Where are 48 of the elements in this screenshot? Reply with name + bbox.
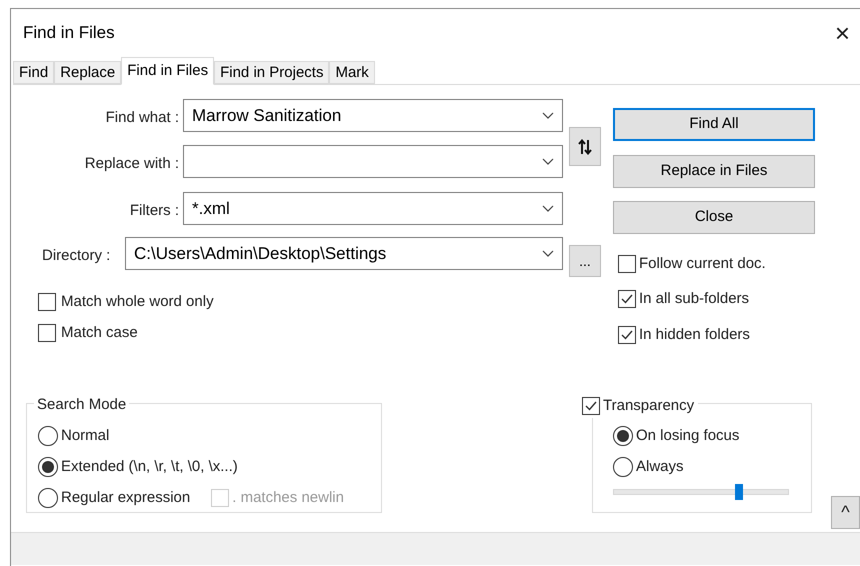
option-label: Follow current doc. xyxy=(639,254,766,274)
swap-arrows-icon xyxy=(578,138,592,154)
tab[interactable]: Find in Projects xyxy=(214,61,330,84)
checkbox[interactable] xyxy=(38,324,56,342)
option-label: Match case xyxy=(61,323,138,343)
tab[interactable]: Find in Files xyxy=(121,57,214,85)
window-title: Find in Files xyxy=(23,22,115,44)
chevron-down-icon[interactable] xyxy=(542,204,554,212)
close-icon[interactable]: × xyxy=(834,20,850,46)
combo-box[interactable]: C:\Users\Admin\Desktop\Settings xyxy=(125,237,563,270)
field-label: Find what : xyxy=(106,108,179,128)
check-icon xyxy=(620,292,634,306)
combo-box[interactable]: *.xml xyxy=(183,192,563,225)
collapse-button[interactable]: ^ xyxy=(831,496,860,529)
option-label: Always xyxy=(636,457,684,477)
dialog-button[interactable]: Close xyxy=(613,201,815,234)
slider-thumb[interactable] xyxy=(734,484,743,500)
option-label: Normal xyxy=(61,426,110,446)
option-label: Match whole word only xyxy=(61,292,214,312)
chevron-down-icon[interactable] xyxy=(542,158,554,166)
chevron-down-icon[interactable] xyxy=(542,112,554,120)
dialog-button[interactable]: Find All xyxy=(613,108,815,141)
option-label: Extended (\n, \r, \t, \0, \x...) xyxy=(61,457,238,477)
dialog-button[interactable]: Replace in Files xyxy=(613,155,815,188)
check-icon xyxy=(584,399,598,414)
field-label: Directory : xyxy=(42,246,110,266)
field-label: Replace with : xyxy=(84,154,179,174)
tab[interactable]: Find xyxy=(13,61,54,84)
checkbox[interactable] xyxy=(618,255,636,274)
option-label: Regular expression xyxy=(61,488,190,508)
combo-box[interactable] xyxy=(183,145,563,178)
option-label: . matches newlin xyxy=(232,488,344,508)
swap-button[interactable] xyxy=(569,127,601,166)
tab[interactable]: Replace xyxy=(54,61,122,84)
checkbox[interactable] xyxy=(618,290,636,308)
check-icon xyxy=(620,328,634,342)
browse-button[interactable]: ... xyxy=(569,245,601,277)
tab[interactable]: Mark xyxy=(329,61,375,84)
checkbox[interactable] xyxy=(582,397,600,416)
checkbox[interactable] xyxy=(618,326,636,344)
combo-box[interactable]: Marrow Sanitization xyxy=(183,99,563,132)
option-label: In all sub-folders xyxy=(639,289,750,309)
option-label: Transparency xyxy=(603,396,694,416)
chevron-down-icon[interactable] xyxy=(542,250,554,258)
field-label: Filters : xyxy=(130,201,179,221)
checkbox[interactable] xyxy=(38,293,56,312)
option-label: On losing focus xyxy=(636,426,740,446)
option-label: In hidden folders xyxy=(639,325,750,345)
